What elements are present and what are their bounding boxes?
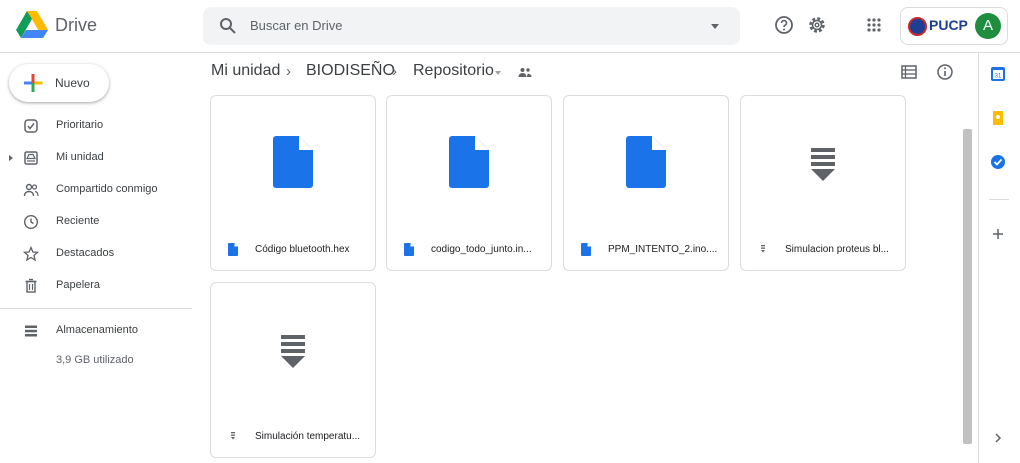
breadcrumb-item-current[interactable]: Repositorio	[413, 62, 494, 80]
document-icon	[273, 136, 313, 188]
document-icon	[404, 243, 414, 256]
sidebar-item-label: Compartido conmigo	[56, 183, 158, 195]
settings-icon[interactable]	[806, 14, 828, 36]
file-card[interactable]: PPM_INTENTO_2.ino....	[563, 95, 729, 271]
sidebar-item-storage[interactable]: Almacenamiento	[0, 316, 192, 346]
storage-icon	[25, 325, 37, 337]
archive-icon	[761, 245, 765, 253]
sidebar-item-label: Mi unidad	[56, 151, 104, 163]
sidebar-item-label: Destacados	[56, 247, 115, 259]
sidebar-item-label: Almacenamiento	[56, 324, 138, 336]
sidebar-item-label: Papelera	[56, 279, 101, 291]
search-icon[interactable]	[219, 17, 237, 35]
file-preview[interactable]	[741, 96, 905, 230]
avatar[interactable]: A	[975, 13, 1001, 39]
shared-icon	[23, 183, 39, 197]
star-icon	[23, 246, 39, 262]
file-preview[interactable]	[211, 96, 375, 230]
list-view-icon[interactable]	[900, 63, 918, 81]
document-icon	[581, 243, 591, 256]
search-bar[interactable]: Buscar en Drive	[203, 7, 740, 45]
archive-icon	[231, 432, 235, 440]
shared-folder-icon	[518, 68, 532, 77]
account-switcher[interactable]: PUCP A	[900, 7, 1008, 45]
search-input[interactable]: Buscar en Drive	[250, 18, 342, 33]
my-drive-icon	[24, 151, 38, 165]
breadcrumb-separator-icon: ›	[392, 63, 397, 80]
archive-icon	[811, 148, 835, 181]
info-icon[interactable]	[936, 63, 954, 81]
file-name: codigo_todo_junto.in...	[431, 244, 532, 255]
scrollbar-thumb[interactable]	[963, 129, 972, 444]
file-card[interactable]: Código bluetooth.hex	[210, 95, 376, 271]
sidebar-item-shared[interactable]: Compartido conmigo	[0, 175, 192, 205]
app-name[interactable]: Drive	[55, 15, 97, 36]
sidebar-item-priority[interactable]: Prioritario	[0, 111, 192, 141]
file-footer[interactable]: Simulacion proteus bl...	[741, 230, 905, 270]
sidebar-item-recent[interactable]: Reciente	[0, 207, 192, 237]
side-panel-divider	[989, 199, 1009, 200]
apps-grid-icon[interactable]	[863, 14, 885, 36]
chevron-right-icon[interactable]	[990, 430, 1006, 446]
calendar-icon[interactable]: 31	[990, 66, 1006, 82]
trash-icon	[25, 278, 37, 293]
file-preview[interactable]	[564, 96, 728, 230]
file-footer[interactable]: Simulación temperatu...	[211, 417, 375, 457]
priority-icon	[24, 119, 38, 133]
expand-arrow-icon[interactable]	[9, 155, 13, 161]
file-preview[interactable]	[211, 283, 375, 417]
drive-logo-icon[interactable]	[16, 10, 48, 40]
side-panel: 31	[978, 53, 1020, 463]
file-name: Código bluetooth.hex	[255, 244, 350, 255]
search-options-icon[interactable]	[711, 24, 719, 29]
clock-icon	[23, 214, 39, 230]
file-footer[interactable]: Código bluetooth.hex	[211, 230, 375, 270]
sidebar-item-label: Prioritario	[56, 119, 104, 131]
file-preview[interactable]	[387, 96, 551, 230]
svg-text:31: 31	[995, 74, 1002, 80]
keep-icon[interactable]	[990, 110, 1006, 126]
top-bar: Drive Buscar en Drive PUCP A	[0, 0, 1020, 53]
file-name: Simulación temperatu...	[255, 431, 361, 442]
org-seal-icon	[908, 17, 927, 36]
file-card[interactable]: Simulación temperatu...	[210, 282, 376, 458]
file-footer[interactable]: codigo_todo_junto.in...	[387, 230, 551, 270]
archive-icon	[281, 335, 305, 368]
tasks-icon[interactable]	[990, 154, 1006, 170]
document-icon	[228, 243, 238, 256]
sidebar-item-label: Reciente	[56, 215, 100, 227]
sidebar-item-starred[interactable]: Destacados	[0, 239, 192, 269]
file-card[interactable]: Simulacion proteus bl...	[740, 95, 906, 271]
breadcrumb-item-my-drive[interactable]: Mi unidad	[211, 62, 280, 80]
help-icon[interactable]	[773, 14, 795, 36]
new-button-label: Nuevo	[55, 76, 90, 90]
sidebar-item-trash[interactable]: Papelera	[0, 271, 192, 301]
file-name: Simulacion proteus bl...	[785, 244, 889, 255]
org-name: PUCP	[929, 17, 968, 33]
breadcrumb-item-biodiseno[interactable]: BIODISEÑO	[306, 62, 395, 80]
new-button[interactable]: Nuevo	[9, 64, 109, 102]
sidebar-item-my-drive[interactable]: Mi unidad	[0, 143, 192, 173]
breadcrumb-separator-icon: ›	[286, 63, 291, 80]
file-name: PPM_INTENTO_2.ino....	[608, 244, 718, 255]
file-card[interactable]: codigo_todo_junto.in...	[386, 95, 552, 271]
plus-icon	[24, 74, 43, 92]
document-icon	[449, 136, 489, 188]
sidebar-divider	[0, 308, 192, 309]
storage-used-text: 3,9 GB utilizado	[56, 354, 134, 366]
file-footer[interactable]: PPM_INTENTO_2.ino....	[564, 230, 728, 270]
document-icon	[626, 136, 666, 188]
folder-menu-icon[interactable]	[495, 71, 501, 75]
add-addon-icon[interactable]	[990, 226, 1006, 242]
